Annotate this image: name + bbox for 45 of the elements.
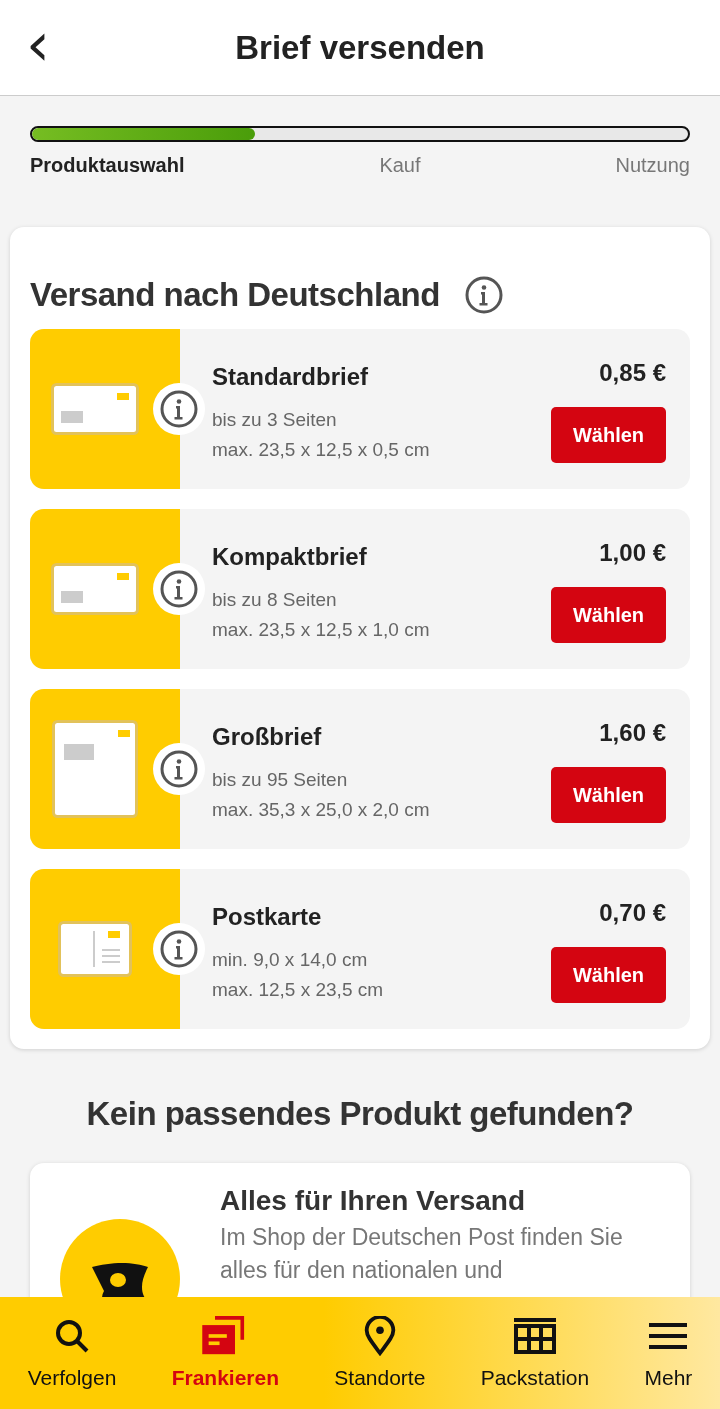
progress-step: Kauf (379, 154, 421, 177)
envelope-icon (51, 563, 139, 615)
nav-tab[interactable]: Standorte (334, 1316, 426, 1390)
promo-title: Alles für Ihren Versand (220, 1185, 526, 1217)
product-detail: bis zu 95 Seiten (212, 768, 349, 792)
nav-tab[interactable]: Packstation (480, 1316, 590, 1390)
info-icon[interactable] (153, 923, 205, 975)
product-detail: min. 9,0 x 14,0 cm (212, 948, 369, 972)
select-button[interactable]: Wählen (551, 587, 666, 643)
promo-text: Im Shop der Deutschen Post finden Sie alles für den nationalen und (220, 1223, 624, 1285)
envelope-icon (52, 720, 138, 818)
product-detail: max. 35,3 x 25,0 x 2,0 cm (212, 798, 431, 822)
product-detail: max. 23,5 x 12,5 x 0,5 cm (212, 438, 431, 462)
product-name: Kompaktbrief (212, 543, 368, 571)
select-button[interactable]: Wählen (551, 767, 666, 823)
product-price: 0,70 € (599, 899, 666, 927)
section-heading: Kein passendes Produkt gefunden? (85, 1095, 635, 1133)
postcard-icon (58, 921, 132, 977)
progress-step: Nutzung (615, 154, 690, 177)
info-icon[interactable] (463, 275, 504, 315)
product-price: 1,60 € (599, 719, 666, 747)
envelope-icon (51, 383, 139, 435)
product-price: 1,00 € (599, 539, 666, 567)
location-pin-icon (362, 1316, 397, 1356)
locker-grid-icon (513, 1316, 556, 1356)
product-name: Standardbrief (212, 363, 370, 391)
nav-tab[interactable]: Frankieren (171, 1316, 280, 1390)
section-title: Versand nach Deutschland (30, 276, 440, 314)
back-button[interactable]: ‹ (18, 14, 58, 74)
product-detail: max. 12,5 x 23,5 cm (212, 978, 385, 1002)
select-button[interactable]: Wählen (551, 947, 666, 1003)
nav-tab[interactable]: Mehr (644, 1316, 693, 1390)
select-button[interactable]: Wählen (551, 407, 666, 463)
product-name: Großbrief (212, 723, 323, 751)
progress-step: Produktauswahl (30, 154, 185, 177)
page-title: Brief versenden (235, 28, 485, 67)
product-name: Postkarte (212, 903, 323, 931)
product-detail: bis zu 3 Seiten (212, 408, 338, 432)
product-detail: bis zu 8 Seiten (212, 588, 338, 612)
product-detail: max. 23,5 x 12,5 x 1,0 cm (212, 618, 431, 642)
info-icon[interactable] (153, 563, 205, 615)
nav-tab[interactable]: Verfolgen (27, 1316, 117, 1390)
info-icon[interactable] (153, 383, 205, 435)
info-icon[interactable] (153, 743, 205, 795)
product-price: 0,85 € (599, 359, 666, 387)
